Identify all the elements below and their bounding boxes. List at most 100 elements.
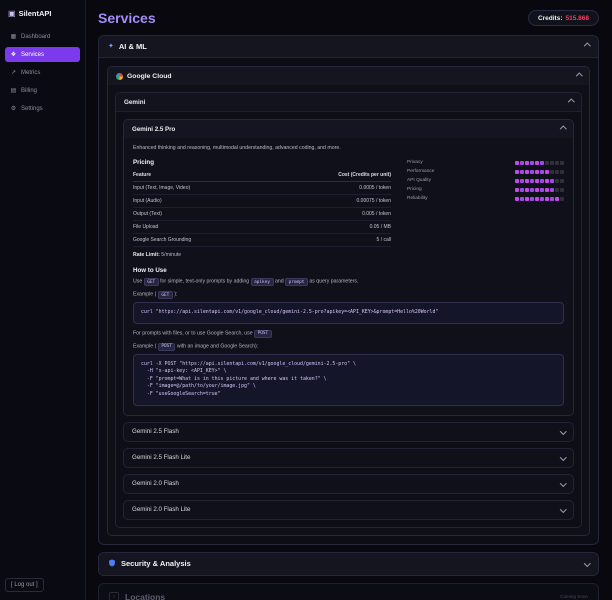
sidebar-item-dashboard[interactable]: ▦ Dashboard — [5, 29, 80, 44]
get-method-chip: GET — [157, 291, 173, 299]
pricing-row: Input (Text, Image, Video) 0.0005 / token — [133, 181, 391, 195]
chevron-up-icon — [583, 43, 590, 50]
section-locations: ○ Locations Coming Soon — [98, 582, 599, 600]
pricing-cost: 5 / call — [268, 233, 391, 247]
model-row-collapsed[interactable]: Gemini 2.0 Flash Lite — [123, 499, 574, 520]
rate-limit-label: Rate Limit: — [133, 252, 160, 258]
model-gemini-2-5-pro-title: Gemini 2.5 Pro — [132, 125, 176, 133]
rate-limit: Rate Limit: 5/minute — [133, 252, 391, 258]
sidebar-item-label: Billing — [21, 87, 38, 94]
sidebar-item-label: Metrics — [21, 69, 41, 76]
sidebar-item-services[interactable]: ❖ Services — [5, 47, 80, 62]
section-ai-ml-body: Google Cloud Gemini Gemini 2.5 Pro Enhan… — [99, 58, 598, 544]
model-description: Enhanced thinking and reasoning, multimo… — [133, 145, 341, 151]
rating-row: Pricing — [407, 187, 564, 192]
pricing-table-body: Input (Text, Image, Video) 0.0005 / token… — [133, 181, 391, 247]
how-to-use-title: How to Use — [133, 267, 167, 274]
main-content: Services Credits: 515.868 ✦ AI & ML Goog… — [86, 0, 612, 600]
section-ai-ml-title: AI & ML — [118, 42, 147, 51]
coming-soon-badge: Coming Soon — [560, 594, 588, 600]
provider-google-cloud-title: Google Cloud — [127, 72, 172, 80]
billing-icon: ▤ — [10, 88, 17, 94]
model-gemini-2-5-pro-content: Enhanced thinking and reasoning, multimo… — [124, 138, 573, 415]
pricing-row: Input (Audio) 0.00075 / token — [133, 194, 391, 208]
sidebar-item-label: Settings — [21, 105, 43, 112]
sidebar-item-settings[interactable]: ⚙ Settings — [5, 101, 80, 116]
rating-bar — [515, 196, 564, 201]
logout-button[interactable]: [ Log out ] — [5, 578, 44, 592]
model-gemini-2-5-pro-header[interactable]: Gemini 2.5 Pro — [124, 120, 573, 138]
sparkles-icon: ✦ — [108, 43, 114, 50]
app-logo: ▣ SilentAPI — [5, 9, 80, 29]
pricing-feature: Input (Audio) — [133, 194, 269, 208]
post-instructions: For prompts with files, or to use Google… — [133, 329, 564, 338]
sidebar-item-label: Dashboard — [21, 33, 51, 40]
page-header: Services Credits: 515.868 — [98, 10, 599, 26]
pricing-title: Pricing — [133, 159, 154, 166]
page-title: Services — [98, 10, 156, 26]
pricing-feature: Google Search Grounding — [133, 233, 269, 247]
section-security-analysis-title: Security & Analysis — [121, 559, 191, 569]
pricing-cost: 0.00075 / token — [268, 194, 391, 208]
get-method-chip: GET — [143, 278, 159, 286]
services-icon: ❖ — [10, 52, 17, 58]
pricing-feature: File Upload — [133, 220, 269, 234]
chevron-down-icon — [583, 560, 590, 567]
rating-row: API Quality — [407, 178, 564, 183]
model-row-title: Gemini 2.5 Flash Lite — [132, 454, 191, 462]
coming-soon-title: Locations — [125, 591, 166, 600]
post-method-chip: POST — [254, 329, 272, 338]
section-security-analysis: Security & Analysis — [98, 551, 599, 576]
post-code-block: curl -X POST "https://api.silentapi.com/… — [133, 353, 564, 406]
sections-stack: ✦ AI & ML Google Cloud Gemini Gemini 2.5… — [98, 35, 599, 600]
credits-label: Credits: — [537, 14, 563, 22]
model-row-collapsed[interactable]: Gemini 2.0 Flash — [123, 473, 574, 494]
pricing-feature: Output (Text) — [133, 207, 269, 221]
pricing-table: Feature Cost (Credits per unit) Input (T… — [133, 170, 391, 247]
pricing-cost: 0.005 / token — [268, 207, 391, 221]
google-logo-icon — [116, 72, 123, 80]
model-family-gemini-title: Gemini — [124, 98, 146, 106]
sidebar-item-metrics[interactable]: ↗ Metrics — [5, 65, 80, 80]
rating-row: Privacy — [407, 160, 564, 165]
chevron-down-icon — [559, 480, 566, 487]
example-post-label: Example ( POST with an image and Google … — [133, 342, 259, 351]
sidebar: ▣ SilentAPI ▦ Dashboard ❖ Services ↗ Metrics ▤… — [0, 0, 86, 600]
app-window: ▣ SilentAPI ▦ Dashboard ❖ Services ↗ Metrics ▤… — [0, 0, 612, 600]
rate-limit-value: 5/minute — [161, 252, 182, 258]
sidebar-item-billing[interactable]: ▤ Billing — [5, 83, 80, 98]
provider-google-cloud-header[interactable]: Google Cloud — [108, 67, 589, 85]
credits-badge: Credits: 515.868 — [527, 10, 599, 26]
post-method-chip: POST — [157, 342, 176, 351]
sidebar-nav: ▦ Dashboard ❖ Services ↗ Metrics ▤ Billing ⚙ Sett… — [5, 29, 80, 116]
pricing-column: Pricing Feature Cost (Credits per unit) — [133, 159, 391, 258]
model-row-collapsed[interactable]: Gemini 2.5 Flash — [123, 421, 574, 442]
rating-label: Pricing — [407, 187, 422, 192]
rating-bar — [515, 178, 564, 183]
model-row-title: Gemini 2.0 Flash Lite — [132, 506, 191, 514]
rating-label: Reliability — [407, 196, 428, 201]
section-ai-ml-header[interactable]: ✦ AI & ML — [99, 36, 598, 58]
rating-row: Reliability — [407, 196, 564, 201]
section-security-analysis-header[interactable]: Security & Analysis — [99, 552, 598, 575]
pricing-col-cost: Cost (Credits per unit) — [268, 170, 391, 182]
chevron-up-icon — [575, 72, 582, 80]
prompt-param-chip: prompt — [285, 278, 308, 286]
model-row-collapsed[interactable]: Gemini 2.5 Flash Lite — [123, 447, 574, 468]
provider-google-cloud-body: Gemini Gemini 2.5 Pro Enhanced thinking … — [108, 85, 589, 535]
model-family-gemini-header[interactable]: Gemini — [116, 93, 581, 112]
rating-label: API Quality — [407, 178, 431, 183]
shield-icon — [108, 559, 116, 569]
ratings-list: Privacy Performance API Quality Pricing Reli… — [391, 159, 564, 258]
pricing-row: File Upload 0.05 / MB — [133, 220, 391, 234]
example-get-label: Example ( GET ): — [133, 291, 178, 299]
rating-label: Privacy — [407, 160, 423, 165]
chevron-up-icon — [567, 98, 574, 106]
model-gemini-2-5-pro: Gemini 2.5 Pro Enhanced thinking and rea… — [123, 119, 574, 416]
chevron-up-icon — [559, 125, 566, 133]
model-row-title: Gemini 2.5 Flash — [132, 428, 179, 436]
pricing-row: Google Search Grounding 5 / call — [133, 233, 391, 247]
settings-icon: ⚙ — [10, 106, 17, 112]
rating-bar — [515, 187, 564, 192]
pricing-feature: Input (Text, Image, Video) — [133, 181, 269, 195]
